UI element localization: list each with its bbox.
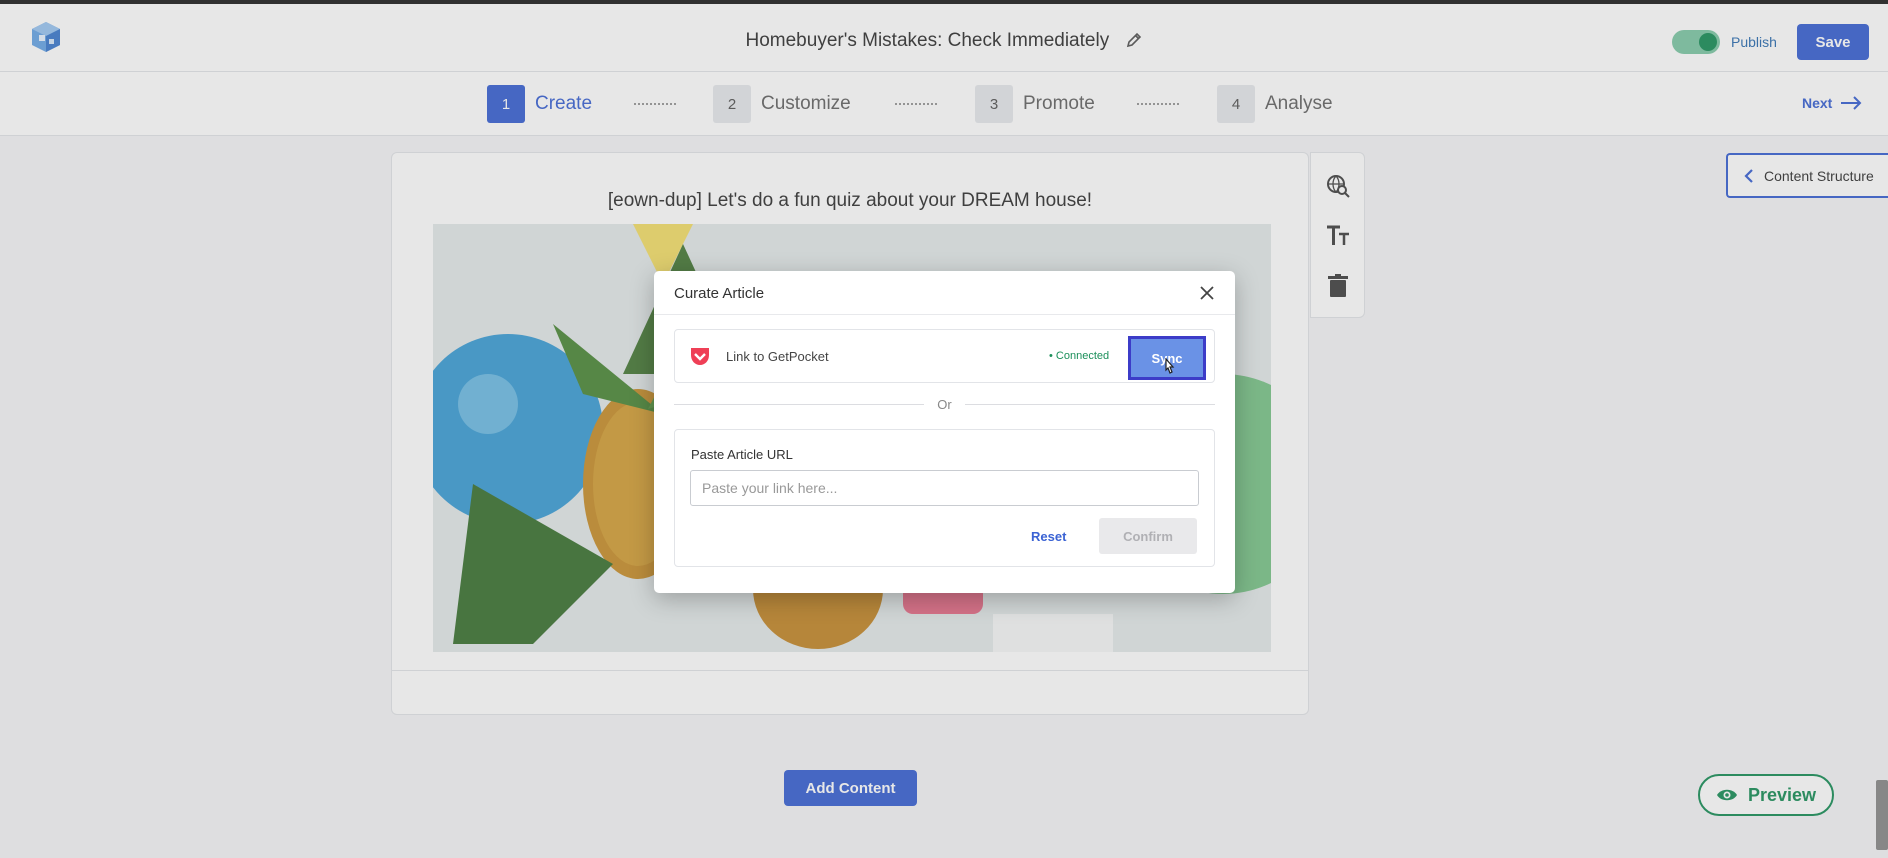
- step-label: Analyse: [1265, 93, 1333, 114]
- pocket-icon: [691, 348, 709, 365]
- article-url-label: Paste Article URL: [691, 447, 793, 462]
- or-label: Or: [937, 397, 952, 412]
- modal-title: Curate Article: [674, 285, 765, 302]
- step-promote[interactable]: 3 Promote: [975, 85, 1095, 123]
- step-number: 1: [487, 85, 525, 123]
- scrollbar-thumb[interactable]: [1876, 780, 1888, 850]
- step-connector: [634, 103, 676, 105]
- next-button[interactable]: Next: [1802, 95, 1862, 111]
- getpocket-row: Link to GetPocket • Connected Sync: [674, 329, 1215, 383]
- panel-divider: [392, 670, 1308, 671]
- content-structure-label: Content Structure: [1764, 167, 1874, 184]
- content-title[interactable]: [eown-dup] Let's do a fun quiz about you…: [392, 190, 1308, 212]
- step-create[interactable]: 1 Create: [487, 85, 592, 123]
- step-label: Customize: [761, 93, 851, 114]
- preview-label: Preview: [1747, 784, 1817, 805]
- confirm-button[interactable]: Confirm: [1099, 518, 1197, 554]
- trash-icon[interactable]: [1325, 273, 1351, 299]
- page-title: Homebuyer's Mistakes: Check Immediately: [0, 30, 1888, 52]
- curate-article-modal: Curate Article Link to GetPocket • Conne…: [654, 271, 1235, 593]
- top-bar: Homebuyer's Mistakes: Check Immediately …: [0, 0, 1888, 72]
- publish-toggle[interactable]: [1672, 30, 1720, 54]
- or-divider: Or: [674, 396, 1215, 412]
- article-url-section: Paste Article URL Reset Confirm: [674, 429, 1215, 567]
- step-number: 2: [713, 85, 751, 123]
- step-number: 3: [975, 85, 1013, 123]
- page-title-text[interactable]: Homebuyer's Mistakes: Check Immediately: [746, 30, 1110, 51]
- publish-label: Publish: [1731, 34, 1777, 50]
- close-icon[interactable]: [1197, 283, 1217, 303]
- content-structure-tab[interactable]: Content Structure: [1726, 153, 1888, 198]
- step-connector: [1137, 103, 1179, 105]
- step-label: Create: [535, 93, 593, 114]
- step-analyse[interactable]: 4 Analyse: [1217, 85, 1333, 123]
- pencil-icon[interactable]: [1126, 32, 1142, 48]
- toggle-knob: [1699, 33, 1717, 51]
- getpocket-label: Link to GetPocket: [726, 349, 829, 364]
- modal-header: Curate Article: [654, 271, 1235, 315]
- connected-status: • Connected: [1049, 350, 1110, 362]
- preview-button[interactable]: Preview: [1698, 774, 1834, 816]
- step-bar: 1 Create 2 Customize 3 Promote 4 Analyse: [0, 72, 1888, 136]
- reset-button[interactable]: Reset: [1031, 529, 1066, 544]
- eye-icon: [1716, 789, 1737, 801]
- mouse-pointer-icon: [1165, 358, 1175, 374]
- add-content-button[interactable]: Add Content: [784, 770, 917, 806]
- side-toolbar: [1310, 152, 1365, 318]
- text-size-icon[interactable]: [1325, 223, 1351, 249]
- step-number: 4: [1217, 85, 1255, 123]
- next-label: Next: [1802, 95, 1833, 111]
- save-button[interactable]: Save: [1797, 24, 1869, 60]
- step-customize[interactable]: 2 Customize: [713, 85, 851, 123]
- chevron-left-icon: [1744, 168, 1753, 183]
- step-label: Promote: [1023, 93, 1095, 114]
- search-globe-icon[interactable]: [1325, 173, 1351, 199]
- article-url-input[interactable]: [690, 470, 1199, 506]
- arrow-right-icon: [1841, 96, 1862, 110]
- step-connector: [895, 103, 937, 105]
